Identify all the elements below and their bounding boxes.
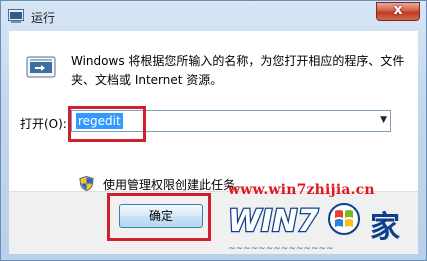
input-highlight-box (68, 106, 146, 142)
run-app-icon (8, 9, 24, 23)
close-button[interactable]: x (376, 2, 420, 21)
close-icon: x (393, 2, 403, 18)
title-bar[interactable]: 运行 x (1, 1, 426, 31)
windows-flag-icon (328, 203, 360, 235)
window-title: 运行 (31, 11, 56, 25)
description-text: Windows 将根据您所输入的名称，为您打开相应的程序、文件夹、文档或 Int… (71, 54, 405, 87)
ok-highlight-box (107, 193, 211, 241)
run-icon (26, 56, 56, 78)
open-label: 打开(O): (20, 117, 67, 131)
chevron-down-icon[interactable]: ▼ (380, 115, 387, 125)
watermark-url: www.win7zhijia.cn (228, 182, 375, 198)
win7-logo-watermark: WIN7 家 ~~~~~~~~~~~~~~ (227, 203, 400, 254)
svg-text:WIN7: WIN7 (228, 204, 318, 239)
svg-text:~~~~~~~~~~~~~~: ~~~~~~~~~~~~~~ (228, 244, 334, 254)
uac-shield-icon (79, 176, 94, 191)
logo-jia-text: 家 (370, 210, 400, 245)
